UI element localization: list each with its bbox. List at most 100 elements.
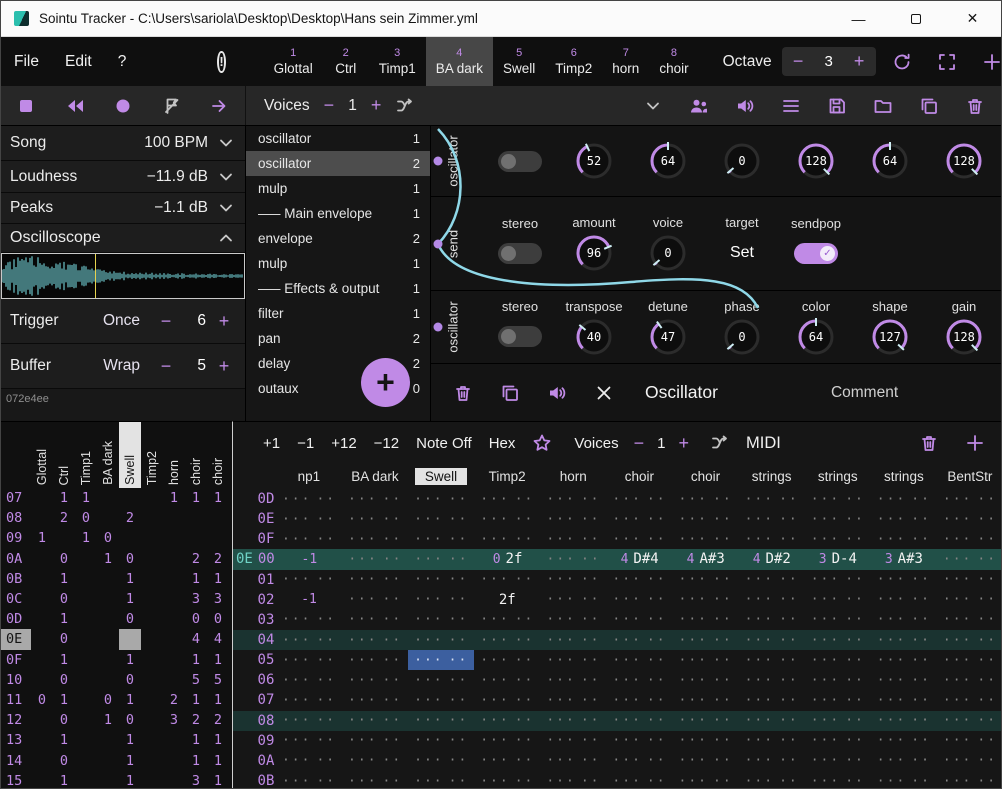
polyphony-icon[interactable] [689, 96, 709, 116]
order-cell[interactable]: 2 [163, 690, 185, 710]
order-cell[interactable]: 0 [75, 508, 97, 528]
unit-list-item[interactable]: mulp1 [246, 176, 430, 201]
pattern-cell[interactable]: ····· [342, 489, 408, 509]
toggle-stereo[interactable] [498, 326, 542, 347]
pattern-cell[interactable]: ····· [871, 731, 937, 751]
menu-help[interactable]: ? [105, 37, 140, 86]
pattern-cell[interactable]: ····· [739, 711, 805, 731]
pattern-cell[interactable]: ····· [474, 711, 540, 731]
pattern-cell[interactable]: -1 [276, 590, 342, 610]
pattern-cell[interactable]: ····· [871, 529, 937, 549]
pattern-cell[interactable]: ····· [739, 771, 805, 789]
order-cell[interactable] [207, 528, 229, 548]
pattern-cell[interactable]: ····· [474, 610, 540, 630]
instrument-tab-ctrl[interactable]: 2Ctrl [323, 37, 369, 86]
pattern-cell[interactable]: ····· [540, 771, 606, 789]
order-cell[interactable] [141, 750, 163, 770]
pattern-cell[interactable]: ····· [606, 630, 672, 650]
trigger-decrement-button[interactable]: − [154, 311, 178, 332]
knob-phase[interactable]: 0 [721, 316, 763, 358]
pattern-cell[interactable]: ····· [606, 590, 672, 610]
copy-unit-icon[interactable] [500, 383, 520, 403]
pattern-track-header-4[interactable]: horn [540, 469, 606, 484]
pattern-cell[interactable]: ····· [540, 670, 606, 690]
pattern-cell[interactable]: ····· [540, 610, 606, 630]
pattern-cell[interactable]: ····· [739, 570, 805, 590]
pattern-cell[interactable]: ····· [805, 670, 871, 690]
pattern-cell[interactable]: 3D-4 [805, 549, 871, 569]
order-cell[interactable]: 1 [53, 690, 75, 710]
solo-speaker-icon[interactable] [735, 96, 755, 116]
order-cell[interactable] [53, 528, 75, 548]
pattern-cell[interactable]: ····· [342, 670, 408, 690]
pattern-cell[interactable]: ····· [540, 509, 606, 529]
pattern-cell[interactable]: ····· [540, 751, 606, 771]
pattern-cell[interactable]: ····· [606, 489, 672, 509]
pattern-cell[interactable]: ····· [540, 570, 606, 590]
order-cell[interactable] [207, 508, 229, 528]
pattern-cell[interactable]: ····· [606, 670, 672, 690]
order-cell[interactable] [31, 750, 53, 770]
order-cell[interactable]: 1 [207, 569, 229, 589]
order-track-header-ctrl[interactable]: Ctrl [53, 422, 75, 488]
pattern-cell[interactable]: ····· [673, 650, 739, 670]
pattern-cell[interactable]: ····· [805, 711, 871, 731]
pattern-cell[interactable]: ····· [871, 610, 937, 630]
order-cell[interactable] [141, 549, 163, 569]
order-cell[interactable] [163, 569, 185, 589]
order-cell[interactable] [75, 589, 97, 609]
pattern-cell[interactable]: ····· [342, 570, 408, 590]
instrument-tab-horn[interactable]: 7horn [602, 37, 649, 86]
pattern-cell[interactable]: ····· [408, 610, 474, 630]
unit-list-item[interactable]: envelope2 [246, 226, 430, 251]
rewind-button[interactable] [65, 96, 85, 116]
pattern-cell[interactable]: ····· [871, 711, 937, 731]
pattern-cell[interactable]: ····· [673, 590, 739, 610]
order-cell[interactable]: 0 [207, 609, 229, 629]
pattern-cell[interactable]: ····· [673, 630, 739, 650]
order-cell[interactable] [119, 528, 141, 548]
pattern-cell[interactable]: 4D#2 [739, 549, 805, 569]
order-cell[interactable] [141, 670, 163, 690]
pattern-cell[interactable]: ····· [937, 570, 1002, 590]
unit-list-item[interactable]: pan2 [246, 326, 430, 351]
order-cell[interactable] [141, 569, 163, 589]
order-cell[interactable]: 1 [53, 488, 75, 508]
pattern-track-header-5[interactable]: choir [606, 469, 672, 484]
voices-increment-button[interactable]: + [371, 95, 382, 116]
pattern-cell[interactable]: ····· [606, 650, 672, 670]
delete-track-icon[interactable] [919, 433, 939, 453]
maximize-button[interactable] [887, 1, 944, 36]
order-cell[interactable] [141, 589, 163, 609]
pattern-cell[interactable]: ····· [805, 529, 871, 549]
pattern-cell[interactable]: ····· [805, 731, 871, 751]
instrument-tab-glottal[interactable]: 1Glottal [264, 37, 323, 86]
order-cell[interactable]: 1 [53, 730, 75, 750]
buffer-mode[interactable]: Wrap [103, 357, 140, 375]
order-cell[interactable]: 0 [119, 609, 141, 629]
order-cell[interactable]: 0 [53, 589, 75, 609]
pattern-cell[interactable]: ····· [606, 771, 672, 789]
order-cell[interactable]: 1 [53, 650, 75, 670]
pattern-cell[interactable]: ····· [342, 630, 408, 650]
pattern-cell[interactable]: ····· [541, 549, 607, 569]
alert-icon[interactable]: ! [217, 51, 225, 73]
pattern-cell[interactable]: ····· [276, 570, 342, 590]
order-cell[interactable] [75, 730, 97, 750]
pattern-cell[interactable]: ····· [474, 570, 540, 590]
pattern-cell[interactable]: ····· [342, 529, 408, 549]
order-cell[interactable] [141, 508, 163, 528]
order-cell[interactable] [97, 730, 119, 750]
pattern-cell[interactable]: ····· [739, 610, 805, 630]
order-cell[interactable]: 3 [163, 710, 185, 730]
order-cell[interactable]: 1 [53, 569, 75, 589]
order-cell[interactable]: 2 [185, 549, 207, 569]
order-cell[interactable]: 1 [119, 589, 141, 609]
pattern-cell[interactable]: ····· [739, 731, 805, 751]
pattern-cell[interactable]: ····· [805, 509, 871, 529]
order-cell[interactable]: 1 [185, 750, 207, 770]
pattern-cell[interactable]: ····· [474, 529, 540, 549]
instrument-tab-choir[interactable]: 8choir [649, 37, 698, 86]
trigger-increment-button[interactable]: + [212, 311, 236, 332]
unit-comment-field[interactable]: Comment [831, 384, 898, 402]
